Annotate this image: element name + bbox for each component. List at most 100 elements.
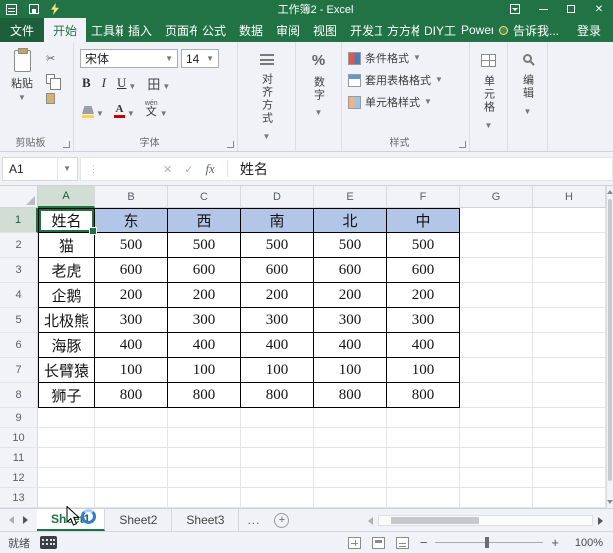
restore-button[interactable] (557, 0, 585, 18)
font-dialog-launcher-icon[interactable] (227, 141, 234, 148)
cell-E5[interactable]: 300 (314, 308, 387, 333)
page-break-view-icon[interactable] (396, 537, 409, 549)
cell-G4[interactable] (460, 283, 533, 308)
column-header-E[interactable]: E (314, 186, 387, 208)
formula-bar-grip-icon[interactable]: ⋮ (81, 164, 107, 175)
column-header-D[interactable]: D (241, 186, 314, 208)
ribbon-tab-view[interactable]: 视图 (308, 18, 345, 42)
name-box-dropdown[interactable]: ▼ (57, 158, 71, 180)
cell-A5[interactable]: 北极熊 (38, 308, 95, 333)
hscroll-right-icon[interactable] (598, 517, 603, 525)
cell-G5[interactable] (460, 308, 533, 333)
cell-styles-button[interactable]: 单元格样式 ▼ (348, 94, 465, 110)
normal-view-icon[interactable] (348, 537, 361, 549)
save-icon[interactable] (29, 4, 39, 14)
cell-E7[interactable]: 100 (314, 358, 387, 383)
cell-B7[interactable]: 100 (95, 358, 168, 383)
cell-B4[interactable]: 200 (95, 283, 168, 308)
fill-color-button[interactable]: ▼ (82, 106, 104, 118)
cell-H4[interactable] (533, 283, 606, 308)
ribbon-tab-developer[interactable]: 开发工具 (345, 18, 382, 42)
column-header-G[interactable]: G (460, 186, 533, 208)
ribbon-tab-insert[interactable]: 插入 (123, 18, 160, 42)
cell-D2[interactable]: 500 (241, 233, 314, 258)
cell-B11[interactable] (95, 448, 168, 468)
cell-G3[interactable] (460, 258, 533, 283)
cell-G7[interactable] (460, 358, 533, 383)
cell-B9[interactable] (95, 408, 168, 428)
vertical-scroll-thumb[interactable] (608, 199, 612, 481)
cell-D1[interactable]: 南 (241, 208, 314, 233)
phonetic-guide-button[interactable]: wén 文 ▼ (145, 100, 168, 118)
ribbon-tab-page-layout[interactable]: 页面布局 (160, 18, 197, 42)
cell-B10[interactable] (95, 428, 168, 448)
cell-B1[interactable]: 东 (95, 208, 168, 233)
tell-me-box[interactable]: 告诉我... (493, 18, 565, 42)
cell-H7[interactable] (533, 358, 606, 383)
page-layout-view-icon[interactable] (372, 537, 385, 549)
underline-button[interactable]: U ▼ (117, 75, 136, 91)
cell-E3[interactable]: 600 (314, 258, 387, 283)
ribbon-display-options-button[interactable] (501, 0, 529, 18)
sheet-nav-left-icon[interactable] (9, 516, 14, 524)
add-sheet-button[interactable]: + (274, 513, 289, 528)
cell-C7[interactable]: 100 (168, 358, 241, 383)
cell-G10[interactable] (460, 428, 533, 448)
row-header-4[interactable]: 4 (0, 283, 38, 308)
cell-H13[interactable] (533, 488, 606, 508)
borders-button[interactable]: 田 ▼ (147, 78, 170, 91)
cell-F5[interactable]: 300 (387, 308, 460, 333)
scroll-down-icon[interactable] (607, 496, 613, 508)
row-header-3[interactable]: 3 (0, 258, 38, 283)
ribbon-tab-review[interactable]: 审阅 (271, 18, 308, 42)
sheet-nav-right-icon[interactable] (23, 516, 28, 524)
cell-G11[interactable] (460, 448, 533, 468)
cell-D3[interactable]: 600 (241, 258, 314, 283)
cell-F9[interactable] (387, 408, 460, 428)
cell-C1[interactable]: 西 (168, 208, 241, 233)
cell-B3[interactable]: 600 (95, 258, 168, 283)
cell-D5[interactable]: 300 (241, 308, 314, 333)
zoom-out-button[interactable]: − (420, 536, 428, 549)
cell-G1[interactable] (460, 208, 533, 233)
cell-C12[interactable] (168, 468, 241, 488)
cell-H12[interactable] (533, 468, 606, 488)
cell-H9[interactable] (533, 408, 606, 428)
cell-A6[interactable]: 海豚 (38, 333, 95, 358)
row-header-9[interactable]: 9 (0, 408, 38, 428)
cell-C8[interactable]: 800 (168, 383, 241, 408)
zoom-slider[interactable] (435, 542, 543, 543)
enter-icon[interactable]: ✓ (184, 163, 193, 176)
cell-G2[interactable] (460, 233, 533, 258)
italic-button[interactable]: I (102, 75, 106, 91)
format-painter-icon[interactable] (46, 93, 55, 104)
cell-E6[interactable]: 400 (314, 333, 387, 358)
cell-D8[interactable]: 800 (241, 383, 314, 408)
cell-C5[interactable]: 300 (168, 308, 241, 333)
cell-B13[interactable] (95, 488, 168, 508)
cell-C6[interactable]: 400 (168, 333, 241, 358)
font-name-select[interactable]: 宋体 ▼ (80, 49, 178, 68)
vertical-scrollbar[interactable] (606, 186, 613, 508)
cell-F13[interactable] (387, 488, 460, 508)
alignment-group-button[interactable]: 对齐方式 ▼ (238, 42, 296, 151)
cell-B8[interactable]: 800 (95, 383, 168, 408)
cell-E12[interactable] (314, 468, 387, 488)
row-header-13[interactable]: 13 (0, 488, 38, 508)
hscroll-left-icon[interactable] (368, 517, 373, 525)
row-header-2[interactable]: 2 (0, 233, 38, 258)
cell-F11[interactable] (387, 448, 460, 468)
clipboard-dialog-launcher-icon[interactable] (63, 141, 70, 148)
cell-A10[interactable] (38, 428, 95, 448)
row-header-12[interactable]: 12 (0, 468, 38, 488)
bold-button[interactable]: B (82, 75, 91, 91)
editing-group-button[interactable]: 编辑 ▼ (508, 42, 548, 151)
cell-E1[interactable]: 北 (314, 208, 387, 233)
cell-A4[interactable]: 企鹅 (38, 283, 95, 308)
cell-E4[interactable]: 200 (314, 283, 387, 308)
minimize-button[interactable] (529, 0, 557, 18)
cell-C13[interactable] (168, 488, 241, 508)
cell-F4[interactable]: 200 (387, 283, 460, 308)
cell-C2[interactable]: 500 (168, 233, 241, 258)
cell-H3[interactable] (533, 258, 606, 283)
